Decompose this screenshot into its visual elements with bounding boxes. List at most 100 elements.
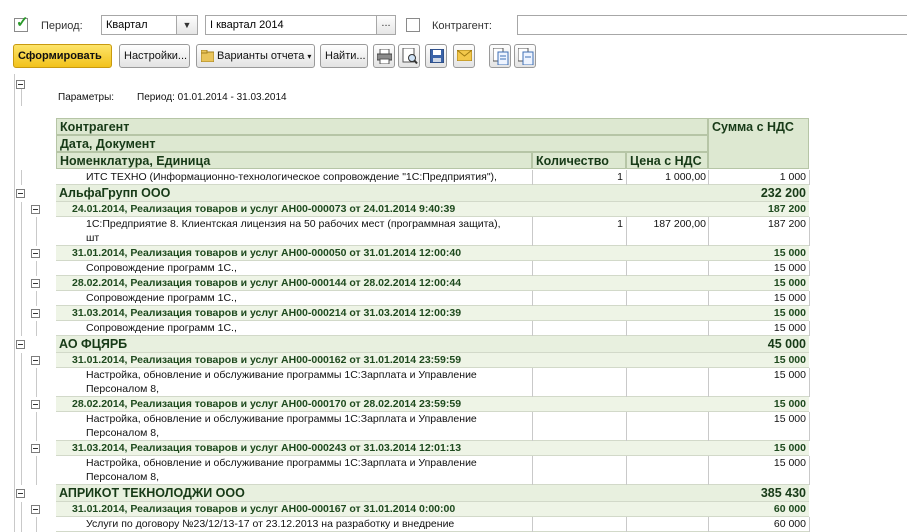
outline-guide xyxy=(21,353,22,368)
item-sum: 15 000 xyxy=(773,413,806,425)
preview-icon xyxy=(402,48,418,65)
printer-icon xyxy=(377,49,392,64)
column-divider xyxy=(532,368,533,397)
group-sum: 385 430 xyxy=(760,486,806,500)
column-divider xyxy=(626,321,627,336)
column-header-price: Цена с НДС xyxy=(626,152,708,169)
column-divider xyxy=(532,321,533,336)
collapse-toggle-icon[interactable] xyxy=(31,356,40,365)
group-sum: 45 000 xyxy=(767,337,806,351)
item-name: Услуги по договору №23/12/13-17 от 23.12… xyxy=(86,518,455,530)
preview-button[interactable] xyxy=(398,44,420,68)
collapse-toggle-icon[interactable] xyxy=(16,80,25,89)
collapse-toggle-icon[interactable] xyxy=(31,309,40,318)
counterparty-label: Контрагент: xyxy=(432,20,492,32)
outline-guide xyxy=(21,397,22,412)
column-divider xyxy=(532,412,533,441)
item-name-cont: Персоналом 8, xyxy=(86,427,160,439)
document-sum: 15 000 xyxy=(773,442,806,454)
collapse-toggle-icon[interactable] xyxy=(31,249,40,258)
column-header-date-doc: Дата, Документ xyxy=(56,135,708,152)
item-sum: 15 000 xyxy=(773,292,806,304)
expand-groups-button[interactable] xyxy=(489,44,511,68)
outline-guide xyxy=(21,291,22,306)
period-type-select[interactable]: Квартал xyxy=(101,15,177,35)
column-header-qty: Количество xyxy=(532,152,626,169)
collapse-toggle-icon[interactable] xyxy=(31,279,40,288)
period-checkbox[interactable]: ✓ xyxy=(14,14,29,32)
period-select-button[interactable]: ... xyxy=(376,15,396,35)
collapse-toggle-icon[interactable] xyxy=(31,444,40,453)
column-divider xyxy=(809,170,810,185)
column-divider xyxy=(809,456,810,485)
outline-guide xyxy=(36,517,37,532)
collapse-toggle-icon[interactable] xyxy=(16,489,25,498)
item-sum: 15 000 xyxy=(773,369,806,381)
column-divider xyxy=(809,517,810,532)
document-sum: 15 000 xyxy=(773,307,806,319)
item-name: Настройка, обновление и обслуживание про… xyxy=(86,369,477,381)
item-qty: 1 xyxy=(617,171,623,183)
find-button[interactable]: Найти... xyxy=(320,44,368,68)
counterparty-name: АльфаГрупп ООО xyxy=(59,186,171,200)
column-divider xyxy=(809,368,810,397)
item-qty: 1 xyxy=(617,218,623,230)
outline-guide xyxy=(21,368,22,397)
column-divider xyxy=(626,517,627,532)
expand-all-icon xyxy=(493,48,509,65)
outline-guide xyxy=(36,368,37,397)
checkmark-icon: ✓ xyxy=(16,14,29,31)
column-divider xyxy=(809,321,810,336)
item-price: 1 000,00 xyxy=(665,171,706,183)
item-sum: 1 000 xyxy=(779,171,806,183)
settings-button[interactable]: Настройки... xyxy=(119,44,190,68)
document-title: 31.01.2014, Реализация товаров и услуг А… xyxy=(72,354,462,366)
collapse-groups-button[interactable] xyxy=(514,44,536,68)
outline-guide xyxy=(36,291,37,306)
column-divider xyxy=(626,456,627,485)
chevron-down-icon: ▾ xyxy=(307,52,312,61)
counterparty-checkbox[interactable] xyxy=(406,18,420,32)
collapse-toggle-icon[interactable] xyxy=(31,205,40,214)
column-divider xyxy=(809,291,810,306)
document-sum: 15 000 xyxy=(773,354,806,366)
collapse-toggle-icon[interactable] xyxy=(31,400,40,409)
outline-guide xyxy=(21,517,22,532)
envelope-icon xyxy=(457,50,472,61)
item-sum: 15 000 xyxy=(773,262,806,274)
save-button[interactable] xyxy=(425,44,447,68)
counterparty-field[interactable] xyxy=(517,15,907,35)
collapse-toggle-icon[interactable] xyxy=(16,189,25,198)
document-sum: 187 200 xyxy=(768,203,806,215)
report-variants-button[interactable]: Варианты отчета ▾ xyxy=(196,44,315,68)
outline-guide xyxy=(21,321,22,336)
document-title: 31.03.2014, Реализация товаров и услуг А… xyxy=(72,442,462,454)
counterparty-group-row[interactable] xyxy=(56,336,809,353)
filter-bar: ✓ Период: Квартал ▼ I квартал 2014 ... К… xyxy=(0,0,907,40)
period-value-field[interactable]: I квартал 2014 xyxy=(205,15,377,35)
column-divider xyxy=(532,291,533,306)
period-label: Период: xyxy=(41,20,83,32)
document-title: 24.01.2014, Реализация товаров и услуг А… xyxy=(72,203,456,215)
outline-guide xyxy=(21,306,22,321)
column-divider xyxy=(809,261,810,276)
send-email-button[interactable] xyxy=(453,44,475,68)
counterparty-name: АПРИКОТ ТЕКНОЛОДЖИ ООО xyxy=(59,486,245,500)
column-header-sum: Сумма с НДС xyxy=(708,118,809,169)
document-sum: 60 000 xyxy=(773,503,806,515)
chevron-down-icon[interactable]: ▼ xyxy=(176,15,198,35)
item-name: 1С:Предприятие 8. Клиентская лицензия на… xyxy=(86,218,501,230)
parameters-value: Период: 01.01.2014 - 31.03.2014 xyxy=(137,92,287,103)
item-name: Сопровождение программ 1С., xyxy=(86,262,237,274)
outline-guide xyxy=(21,246,22,261)
outline-guide xyxy=(21,441,22,456)
outline-guide xyxy=(36,412,37,441)
generate-button[interactable]: Сформировать xyxy=(13,44,112,68)
document-title: 31.01.2014, Реализация товаров и услуг А… xyxy=(72,247,462,259)
outline-guide xyxy=(21,217,22,246)
item-name: ИТС ТЕХНО (Информационно-технологическое… xyxy=(86,171,497,183)
collapse-toggle-icon[interactable] xyxy=(16,340,25,349)
collapse-toggle-icon[interactable] xyxy=(31,505,40,514)
collapse-all-icon xyxy=(518,48,534,65)
print-button[interactable] xyxy=(373,44,395,68)
